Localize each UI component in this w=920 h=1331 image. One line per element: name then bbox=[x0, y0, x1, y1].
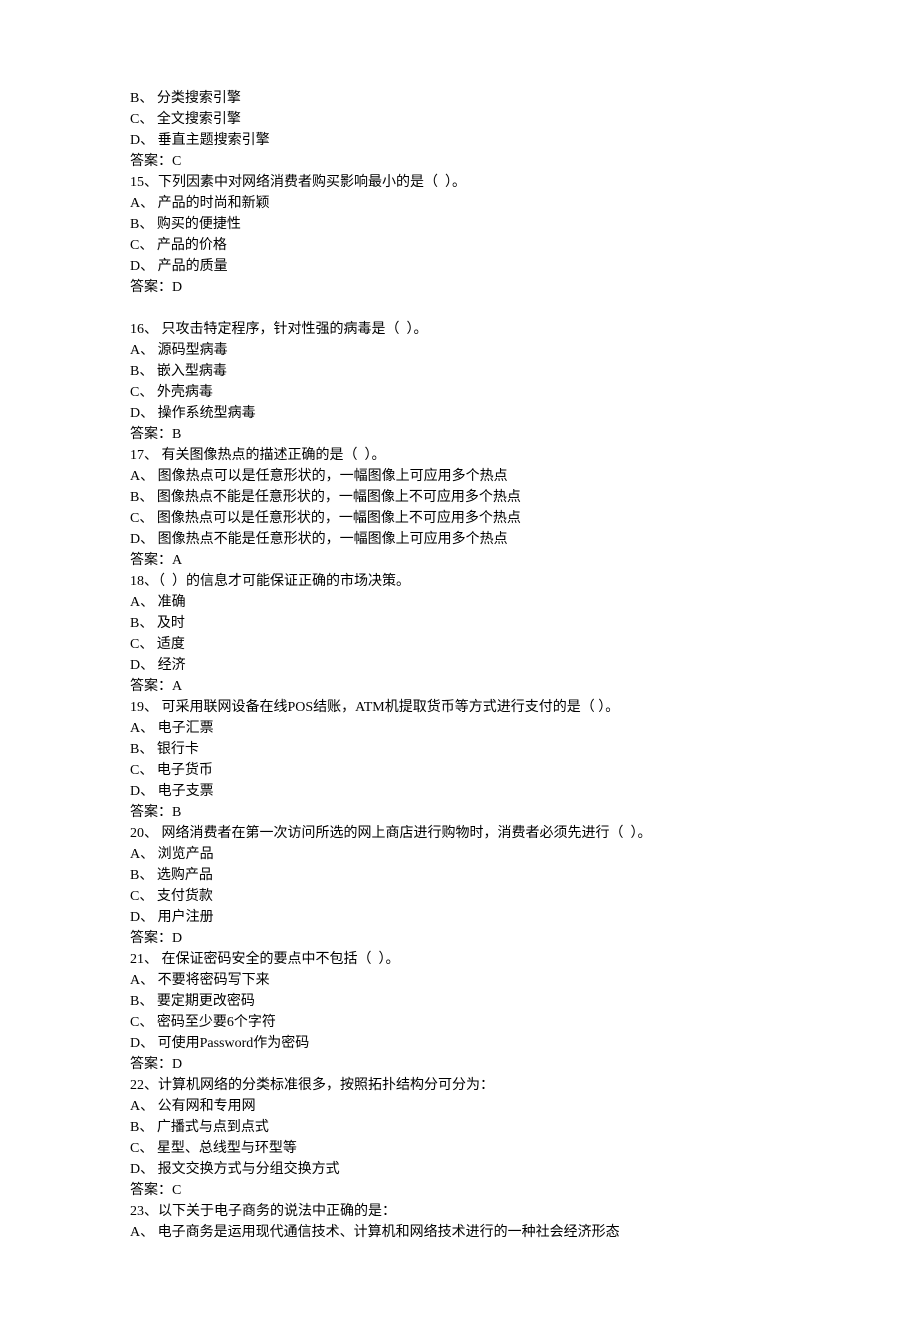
text-line: 答案：B bbox=[130, 802, 790, 823]
text-line: A、 公有网和专用网 bbox=[130, 1096, 790, 1117]
text-line: D、 用户注册 bbox=[130, 907, 790, 928]
text-line: C、 适度 bbox=[130, 634, 790, 655]
text-line: A、 浏览产品 bbox=[130, 844, 790, 865]
document-content: B、 分类搜索引擎C、 全文搜索引擎D、 垂直主题搜索引擎答案：C15、下列因素… bbox=[130, 88, 790, 1243]
text-line: 18、（ ）的信息才可能保证正确的市场决策。 bbox=[130, 571, 790, 592]
text-line: D、 经济 bbox=[130, 655, 790, 676]
text-line: A、 产品的时尚和新颖 bbox=[130, 193, 790, 214]
text-line bbox=[130, 298, 790, 319]
text-line: C、 支付货款 bbox=[130, 886, 790, 907]
text-line: 答案：D bbox=[130, 277, 790, 298]
text-line: B、 嵌入型病毒 bbox=[130, 361, 790, 382]
text-line: B、 选购产品 bbox=[130, 865, 790, 886]
text-line: D、 垂直主题搜索引擎 bbox=[130, 130, 790, 151]
text-line: B、 购买的便捷性 bbox=[130, 214, 790, 235]
text-line: A、 准确 bbox=[130, 592, 790, 613]
text-line: B、 及时 bbox=[130, 613, 790, 634]
text-line: A、 电子汇票 bbox=[130, 718, 790, 739]
text-line: C、 密码至少要6个字符 bbox=[130, 1012, 790, 1033]
text-line: A、 不要将密码写下来 bbox=[130, 970, 790, 991]
document-page: B、 分类搜索引擎C、 全文搜索引擎D、 垂直主题搜索引擎答案：C15、下列因素… bbox=[0, 0, 920, 1331]
text-line: 答案：B bbox=[130, 424, 790, 445]
text-line: 22、计算机网络的分类标准很多，按照拓扑结构分可分为： bbox=[130, 1075, 790, 1096]
text-line: 答案：A bbox=[130, 676, 790, 697]
text-line: B、 分类搜索引擎 bbox=[130, 88, 790, 109]
text-line: A、 源码型病毒 bbox=[130, 340, 790, 361]
text-line: 15、下列因素中对网络消费者购买影响最小的是（ ）。 bbox=[130, 172, 790, 193]
text-line: 答案：D bbox=[130, 928, 790, 949]
text-line: 20、 网络消费者在第一次访问所选的网上商店进行购物时，消费者必须先进行（ ）。 bbox=[130, 823, 790, 844]
text-line: 23、以下关于电子商务的说法中正确的是： bbox=[130, 1201, 790, 1222]
text-line: D、 操作系统型病毒 bbox=[130, 403, 790, 424]
text-line: A、 电子商务是运用现代通信技术、计算机和网络技术进行的一种社会经济形态 bbox=[130, 1222, 790, 1243]
text-line: D、 图像热点不能是任意形状的，一幅图像上可应用多个热点 bbox=[130, 529, 790, 550]
text-line: 答案：C bbox=[130, 1180, 790, 1201]
text-line: B、 要定期更改密码 bbox=[130, 991, 790, 1012]
text-line: C、 电子货币 bbox=[130, 760, 790, 781]
text-line: C、 全文搜索引擎 bbox=[130, 109, 790, 130]
text-line: 16、 只攻击特定程序，针对性强的病毒是（ ）。 bbox=[130, 319, 790, 340]
text-line: 答案：D bbox=[130, 1054, 790, 1075]
text-line: D、 产品的质量 bbox=[130, 256, 790, 277]
text-line: A、 图像热点可以是任意形状的，一幅图像上可应用多个热点 bbox=[130, 466, 790, 487]
text-line: 17、 有关图像热点的描述正确的是（ ）。 bbox=[130, 445, 790, 466]
text-line: B、 广播式与点到点式 bbox=[130, 1117, 790, 1138]
text-line: 答案：C bbox=[130, 151, 790, 172]
text-line: D、 报文交换方式与分组交换方式 bbox=[130, 1159, 790, 1180]
text-line: C、 外壳病毒 bbox=[130, 382, 790, 403]
text-line: 21、 在保证密码安全的要点中不包括（ ）。 bbox=[130, 949, 790, 970]
text-line: 答案：A bbox=[130, 550, 790, 571]
text-line: 19、 可采用联网设备在线POS结账，ATM机提取货币等方式进行支付的是（ ）。 bbox=[130, 697, 790, 718]
text-line: D、 电子支票 bbox=[130, 781, 790, 802]
text-line: C、 星型、总线型与环型等 bbox=[130, 1138, 790, 1159]
text-line: D、 可使用Password作为密码 bbox=[130, 1033, 790, 1054]
text-line: B、 图像热点不能是任意形状的，一幅图像上不可应用多个热点 bbox=[130, 487, 790, 508]
text-line: B、 银行卡 bbox=[130, 739, 790, 760]
text-line: C、 产品的价格 bbox=[130, 235, 790, 256]
text-line: C、 图像热点可以是任意形状的，一幅图像上不可应用多个热点 bbox=[130, 508, 790, 529]
